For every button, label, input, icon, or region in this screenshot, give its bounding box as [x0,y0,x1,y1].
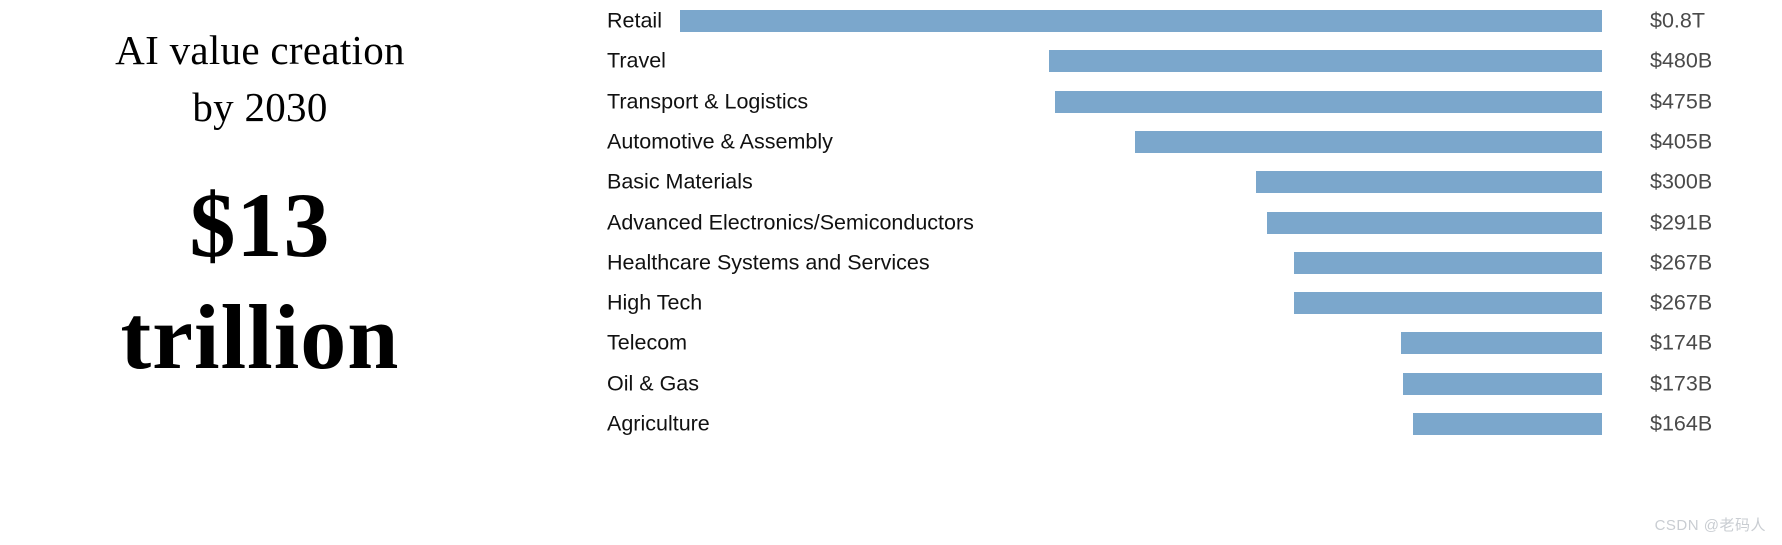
bar-track [680,203,1602,243]
value-label: $475B [1650,89,1713,114]
hero-title-line-2: by 2030 [192,83,328,130]
bar-row: Travel $480B [520,41,1782,81]
bar-row: Transport & Logistics $475B [520,82,1782,122]
bar [1266,211,1602,234]
hero-panel: AI value creation by 2030 $13 trillion [0,0,520,545]
value-label: $480B [1650,48,1713,73]
hero-amount: $13 trillion [25,169,495,393]
category-label: Travel [607,48,666,73]
bar-track [680,364,1602,404]
bar-track [680,404,1602,444]
bar-track [680,243,1602,283]
bar [1048,50,1602,73]
bar-chart: Retail $0.8T Travel $480B Transport & Logist… [520,0,1782,545]
bar-track [680,122,1602,162]
value-label: $164B [1650,411,1713,436]
bar-track [680,82,1602,122]
value-label: $405B [1650,129,1713,154]
bar-row: Retail $0.8T [520,1,1782,41]
bar [1054,90,1602,113]
value-label: $174B [1650,330,1713,355]
infographic-root: AI value creation by 2030 $13 trillion R… [0,0,1782,545]
bar-row: Oil & Gas $173B [520,364,1782,404]
bar-row: Advanced Electronics/Semiconductors $291B [520,203,1782,243]
hero-amount-line-1: $13 [189,174,331,277]
value-label: $291B [1650,210,1713,234]
bar [1401,332,1602,355]
value-label: $300B [1650,169,1713,194]
bar-row: Automotive & Assembly $405B [520,122,1782,162]
bar-row: Telecom $174B [520,323,1782,363]
value-label: $173B [1650,371,1713,396]
category-label: Telecom [607,330,688,355]
hero-title-line-1: AI value creation [115,27,405,73]
bar [1413,413,1602,435]
bar-track [680,283,1602,323]
bar [680,10,1602,32]
bar [1294,292,1602,315]
bar-row: Basic Materials $300B [520,162,1782,202]
bar-track [680,41,1602,81]
bar-row: Healthcare Systems and Services $267B [520,243,1782,283]
value-label: $267B [1650,250,1713,275]
bar [1294,251,1602,274]
bar-track [680,162,1602,202]
value-label: $267B [1650,290,1713,315]
hero-amount-line-2: trillion [120,286,400,389]
bar-track [680,1,1602,41]
bar [1256,171,1602,194]
bar-row: High Tech $267B [520,283,1782,323]
bar [1402,372,1602,395]
bar-track [680,323,1602,363]
csdn-watermark: CSDN @老码人 [1654,517,1766,534]
bar-row: Agriculture $164B [520,404,1782,444]
hero-title: AI value creation by 2030 [40,22,480,135]
value-label: $0.8T [1650,8,1705,33]
category-label: Retail [607,8,662,33]
bar [1135,130,1602,153]
